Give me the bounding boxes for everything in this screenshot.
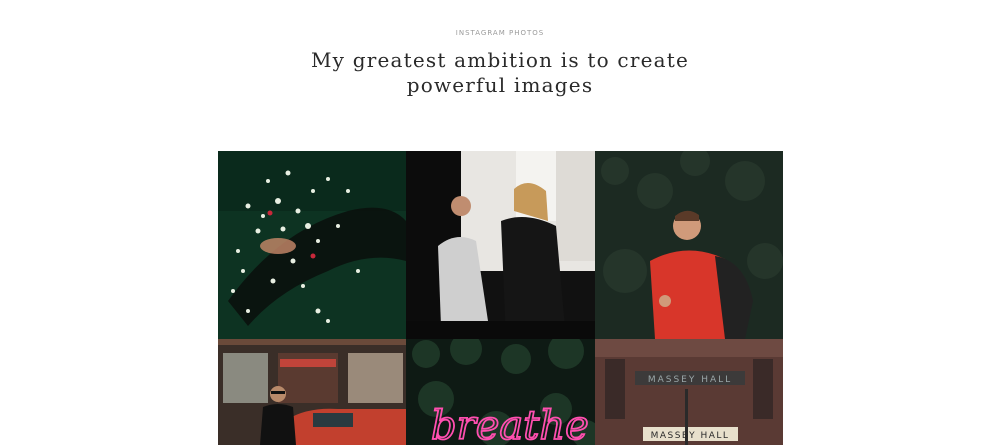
section-title-line-1: My greatest ambition is to create: [310, 48, 690, 72]
section-title: My greatest ambition is to create powerf…: [300, 48, 700, 98]
flowers-photo: [218, 151, 406, 339]
instagram-photo-grid: breathe MASSEY HALL MASSEY HALL: [218, 151, 783, 445]
red-jacket-photo: [595, 151, 783, 339]
building-sign: MASSEY HALL: [651, 431, 730, 441]
couple-photo: [406, 151, 595, 339]
red-car-photo: [218, 339, 406, 445]
instagram-photo-5[interactable]: breathe: [406, 339, 595, 445]
instagram-photo-1[interactable]: [218, 151, 406, 339]
instagram-photo-2[interactable]: [406, 151, 595, 339]
neon-text: breathe: [431, 403, 589, 445]
neon-sign-photo: breathe: [406, 339, 595, 445]
instagram-photo-4[interactable]: [218, 339, 406, 445]
instagram-photo-6[interactable]: MASSEY HALL MASSEY HALL: [595, 339, 783, 445]
building-sign-upper: MASSEY HALL: [648, 375, 732, 385]
massey-hall-photo: MASSEY HALL MASSEY HALL: [595, 339, 783, 445]
section-eyebrow: INSTAGRAM PHOTOS: [455, 29, 545, 37]
instagram-photo-3[interactable]: [595, 151, 783, 339]
section-title-line-2: powerful images: [406, 73, 594, 97]
